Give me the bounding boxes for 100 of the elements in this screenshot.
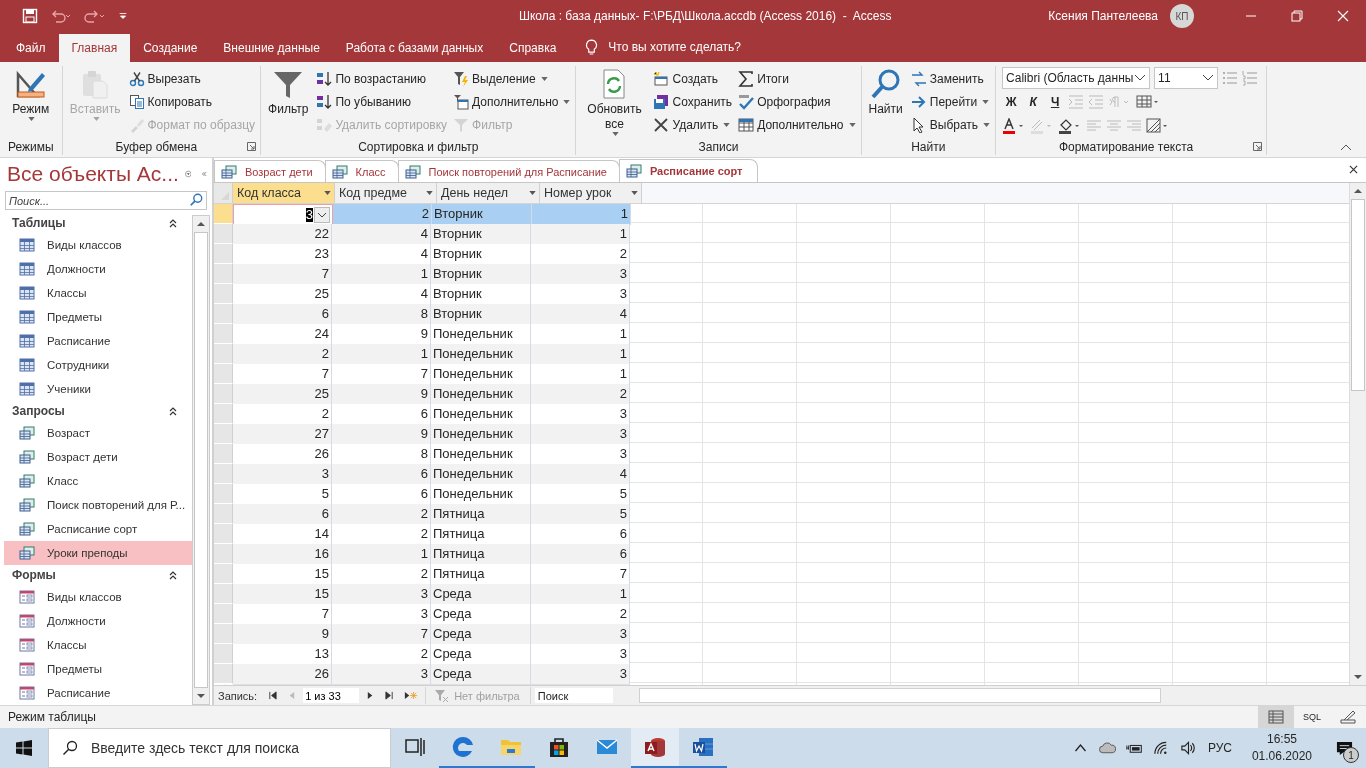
ribbon-tab[interactable]: Главная bbox=[58, 34, 131, 62]
text-style-button[interactable]: Ж bbox=[1002, 94, 1021, 109]
previous-record-icon[interactable] bbox=[287, 691, 297, 700]
nav-item[interactable]: Предметы bbox=[4, 305, 192, 329]
text-style-button[interactable]: К bbox=[1024, 94, 1043, 109]
new-record-icon[interactable] bbox=[404, 691, 419, 700]
ribbon-button[interactable]: Перейти bbox=[910, 91, 991, 113]
scroll-down-icon[interactable] bbox=[1353, 674, 1363, 680]
font-size-dropdown[interactable]: 11 bbox=[1154, 66, 1219, 89]
ribbon-button[interactable]: Фильтр bbox=[266, 68, 311, 137]
section-header[interactable]: Таблицы bbox=[12, 216, 66, 230]
ribbon-button[interactable]: По возрастанию bbox=[316, 68, 448, 90]
scroll-thumb[interactable] bbox=[194, 232, 208, 688]
column-header[interactable]: День недел bbox=[437, 183, 540, 203]
ribbon-tab[interactable]: Внешние данные bbox=[210, 34, 333, 62]
nav-item[interactable]: Уроки преподы bbox=[4, 541, 192, 565]
gridlines-icon[interactable] bbox=[1136, 93, 1161, 110]
caret-icon[interactable] bbox=[529, 191, 536, 195]
clock-time[interactable]: 16:55 bbox=[1266, 731, 1297, 748]
collapse-ribbon-icon[interactable] bbox=[1340, 144, 1352, 151]
customize-icon[interactable] bbox=[118, 11, 128, 21]
nav-item[interactable]: Сотрудники bbox=[4, 353, 192, 377]
restore-icon[interactable] bbox=[1291, 10, 1303, 22]
bullet-list-icon[interactable] bbox=[1222, 69, 1239, 86]
nav-item[interactable]: Виды классов bbox=[4, 585, 192, 609]
taskbar-search-field[interactable]: Введите здесь текст для поиска bbox=[48, 728, 391, 768]
column-header[interactable]: Код класса bbox=[233, 183, 335, 203]
ribbon-button[interactable]: Орфография bbox=[738, 91, 856, 113]
scroll-thumb[interactable] bbox=[1351, 199, 1365, 391]
search-icon[interactable] bbox=[189, 193, 203, 207]
ribbon-tab[interactable]: Справка bbox=[496, 34, 570, 62]
caret-icon[interactable] bbox=[426, 191, 433, 195]
document-tab[interactable]: Расписание сорт bbox=[618, 159, 758, 182]
nav-item[interactable]: Ученики bbox=[4, 377, 192, 401]
undo-icon[interactable] bbox=[50, 8, 72, 24]
text-style-button[interactable]: Ч bbox=[1046, 94, 1065, 109]
speaker-icon[interactable] bbox=[1179, 740, 1197, 756]
document-tab[interactable]: Возраст дети bbox=[214, 160, 326, 182]
nav-item[interactable]: Расписание сорт bbox=[4, 517, 192, 541]
record-number-field[interactable]: 1 из 33 bbox=[303, 688, 360, 703]
sql-view-button[interactable]: SQL bbox=[1294, 706, 1330, 728]
ribbon-tab[interactable]: Создание bbox=[130, 34, 211, 62]
column-header[interactable]: Номер урок bbox=[540, 183, 642, 203]
record-search-field[interactable]: Поиск bbox=[534, 688, 613, 703]
chevron-icon[interactable] bbox=[168, 570, 178, 580]
scrollbar[interactable] bbox=[192, 215, 210, 705]
nav-item[interactable]: Классы bbox=[4, 281, 192, 305]
datasheet-view-button[interactable] bbox=[1258, 706, 1294, 728]
ribbon-button[interactable]: Режим bbox=[5, 68, 57, 137]
nav-pane-title[interactable]: Все объекты Ас... bbox=[7, 162, 179, 186]
caret-icon[interactable] bbox=[631, 191, 638, 195]
caret-icon[interactable] bbox=[324, 191, 331, 195]
nav-item[interactable]: Расписание bbox=[4, 681, 192, 705]
ribbon-button[interactable]: Итоги bbox=[738, 68, 856, 90]
ribbon-tab[interactable]: Файл bbox=[3, 34, 59, 62]
scrollbar[interactable] bbox=[1349, 183, 1366, 685]
ribbon-button[interactable]: Дополнительно bbox=[453, 91, 571, 113]
dialog-launcher-icon[interactable] bbox=[1253, 142, 1263, 151]
chevron-icon[interactable] bbox=[168, 406, 178, 416]
ribbon-button[interactable]: Обновить все bbox=[581, 68, 648, 137]
ribbon-button[interactable]: Копировать bbox=[128, 91, 256, 113]
font-dropdown[interactable]: Calibri (Область данны bbox=[1002, 66, 1151, 89]
document-tab[interactable]: Поиск повторений для Расписание bbox=[397, 160, 620, 182]
nav-item[interactable]: Должности bbox=[4, 609, 192, 633]
nav-search-field[interactable]: Поиск... bbox=[5, 191, 207, 210]
section-header[interactable]: Запросы bbox=[12, 404, 65, 418]
last-record-icon[interactable] bbox=[385, 691, 395, 700]
user-name[interactable]: Ксения Пантелеева bbox=[1048, 9, 1158, 23]
ribbon-button[interactable]: Сохранить bbox=[653, 91, 733, 113]
ribbon-button[interactable]: Заменить bbox=[910, 68, 991, 90]
ribbon-tab[interactable]: Работа с базами данных bbox=[332, 34, 497, 62]
column-header[interactable]: Код предме bbox=[335, 183, 437, 203]
section-header[interactable]: Формы bbox=[12, 568, 56, 582]
chevron-icon[interactable] bbox=[168, 218, 178, 228]
nav-item[interactable]: Возраст дети bbox=[4, 445, 192, 469]
ribbon-button[interactable]: Выделение bbox=[453, 68, 571, 90]
ribbon-button[interactable]: Дополнительно bbox=[738, 114, 856, 136]
redo-icon[interactable] bbox=[84, 8, 106, 24]
close-icon[interactable] bbox=[1349, 165, 1358, 174]
tell-me-field[interactable]: Что вы хотите сделать? bbox=[606, 32, 811, 62]
nav-item[interactable]: Виды классов bbox=[4, 233, 192, 257]
table-cell[interactable]: 3 bbox=[233, 204, 333, 226]
cloud-icon[interactable] bbox=[1098, 740, 1116, 756]
scroll-up-icon[interactable] bbox=[1353, 188, 1363, 194]
scroll-down-icon[interactable] bbox=[196, 693, 206, 699]
language-indicator[interactable]: РУС bbox=[1207, 741, 1232, 755]
ribbon-button[interactable]: Удалить bbox=[653, 114, 733, 136]
nav-item[interactable]: Предметы bbox=[4, 657, 192, 681]
ribbon-button[interactable]: Вырезать bbox=[128, 68, 256, 90]
ribbon-button[interactable]: Создать bbox=[653, 68, 733, 90]
nav-item[interactable]: Расписание bbox=[4, 329, 192, 353]
nav-item[interactable]: Классы bbox=[4, 633, 192, 657]
clock-date[interactable]: 01.06.2020 bbox=[1251, 748, 1312, 765]
save-icon[interactable] bbox=[22, 8, 38, 24]
dialog-launcher-icon[interactable] bbox=[247, 142, 257, 151]
document-tab[interactable]: Класс bbox=[324, 160, 399, 182]
ribbon-button[interactable]: Найти bbox=[866, 68, 905, 137]
first-record-icon[interactable] bbox=[268, 691, 278, 700]
nav-item[interactable]: Возраст bbox=[4, 421, 192, 445]
user-avatar[interactable]: КП bbox=[1170, 4, 1194, 28]
